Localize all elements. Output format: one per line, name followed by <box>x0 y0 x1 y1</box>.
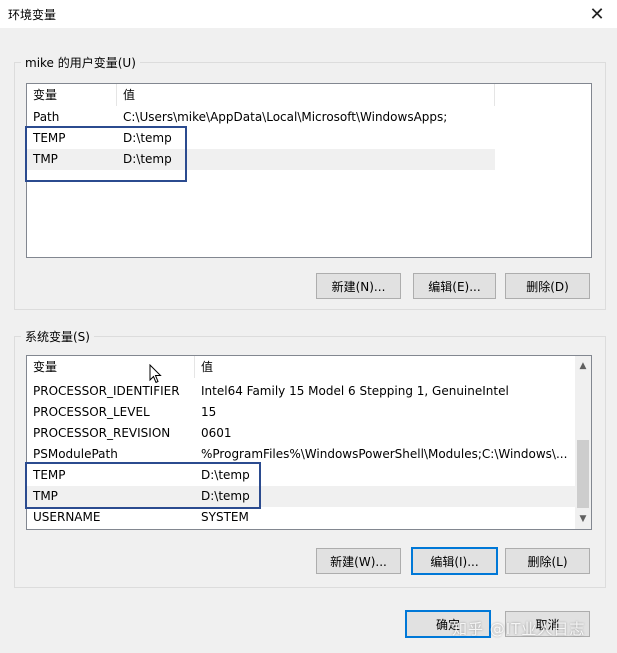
table-row[interactable]: USERNAME SYSTEM <box>27 507 575 528</box>
column-header-name[interactable]: 变量 <box>27 84 117 106</box>
close-icon: ✕ <box>589 3 605 25</box>
scroll-thumb[interactable] <box>577 440 589 508</box>
table-row[interactable]: PROCESSOR_REVISION 0601 <box>27 423 575 444</box>
user-vars-label: mike 的用户变量(U) <box>25 56 136 70</box>
system-delete-button[interactable]: 删除(L) <box>505 548 590 574</box>
table-row[interactable]: Path C:\Users\mike\AppData\Local\Microso… <box>27 107 495 128</box>
mouse-cursor-icon <box>149 364 162 384</box>
var-name: PROCESSOR_LEVEL <box>33 405 150 419</box>
column-header-value[interactable]: 值 <box>117 84 495 106</box>
var-value: 15 <box>201 405 217 419</box>
user-delete-button[interactable]: 删除(D) <box>505 273 590 299</box>
user-edit-button[interactable]: 编辑(E)... <box>413 273 496 299</box>
var-name: Path <box>33 110 60 124</box>
var-value: SYSTEM <box>201 510 249 524</box>
user-new-button[interactable]: 新建(N)... <box>316 273 401 299</box>
window-title: 环境变量 <box>8 8 57 22</box>
system-vars-label: 系统变量(S) <box>25 330 90 344</box>
annotation-box-user <box>25 126 187 182</box>
var-name: USERNAME <box>33 510 101 524</box>
var-name: PROCESSOR_REVISION <box>33 426 171 440</box>
column-header-value[interactable]: 值 <box>195 356 573 378</box>
table-row[interactable]: PROCESSOR_IDENTIFIER Intel64 Family 15 M… <box>27 381 575 402</box>
var-value: 0601 <box>201 426 232 440</box>
var-name: PROCESSOR_IDENTIFIER <box>33 384 180 398</box>
annotation-box-system <box>25 462 261 509</box>
var-value: C:\Users\mike\AppData\Local\Microsoft\Wi… <box>123 110 448 124</box>
table-row[interactable]: PROCESSOR_LEVEL 15 <box>27 402 575 423</box>
vertical-scrollbar[interactable]: ▲ ▼ <box>575 356 591 529</box>
list-header: 变量 值 <box>27 84 591 106</box>
scroll-up-icon[interactable]: ▲ <box>575 358 591 374</box>
system-edit-button[interactable]: 编辑(I)... <box>411 547 498 575</box>
system-new-button[interactable]: 新建(W)... <box>316 548 401 574</box>
scroll-down-icon[interactable]: ▼ <box>575 511 591 527</box>
var-value: Intel64 Family 15 Model 6 Stepping 1, Ge… <box>201 384 509 398</box>
column-header-name[interactable]: 变量 <box>27 356 195 378</box>
watermark: 知乎 @IT业人日志 <box>452 620 586 638</box>
close-button[interactable]: ✕ <box>577 0 617 28</box>
list-header: 变量 值 <box>27 356 575 378</box>
title-bar: 环境变量 ✕ <box>0 0 617 28</box>
